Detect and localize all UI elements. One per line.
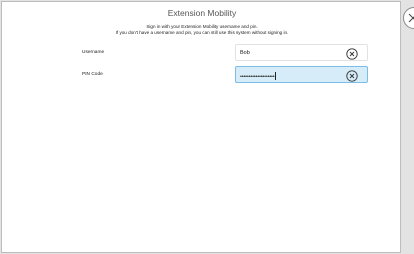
username-label: Username [82, 50, 105, 55]
sign-in-panel: Extension Mobility Sign in with your Ext… [1, 1, 401, 253]
pin-field[interactable]: •••••••••••••••••••• [235, 66, 368, 83]
instructions-line-1: Sign in with your Extension Mobility use… [146, 24, 258, 29]
close-icon [408, 13, 414, 23]
username-field[interactable]: Bob [235, 44, 368, 61]
pin-label: PIN Code [82, 72, 103, 77]
username-value: Bob [240, 50, 250, 56]
clear-pin-icon[interactable] [346, 69, 358, 82]
pin-value: •••••••••••••••••••• [240, 72, 277, 80]
close-button[interactable] [403, 7, 414, 29]
instructions-line-2: If you don't have a username and pin, yo… [115, 30, 289, 35]
clear-username-icon[interactable] [346, 47, 358, 60]
text-caret [275, 72, 277, 80]
page-title: Extension Mobility [167, 8, 237, 18]
